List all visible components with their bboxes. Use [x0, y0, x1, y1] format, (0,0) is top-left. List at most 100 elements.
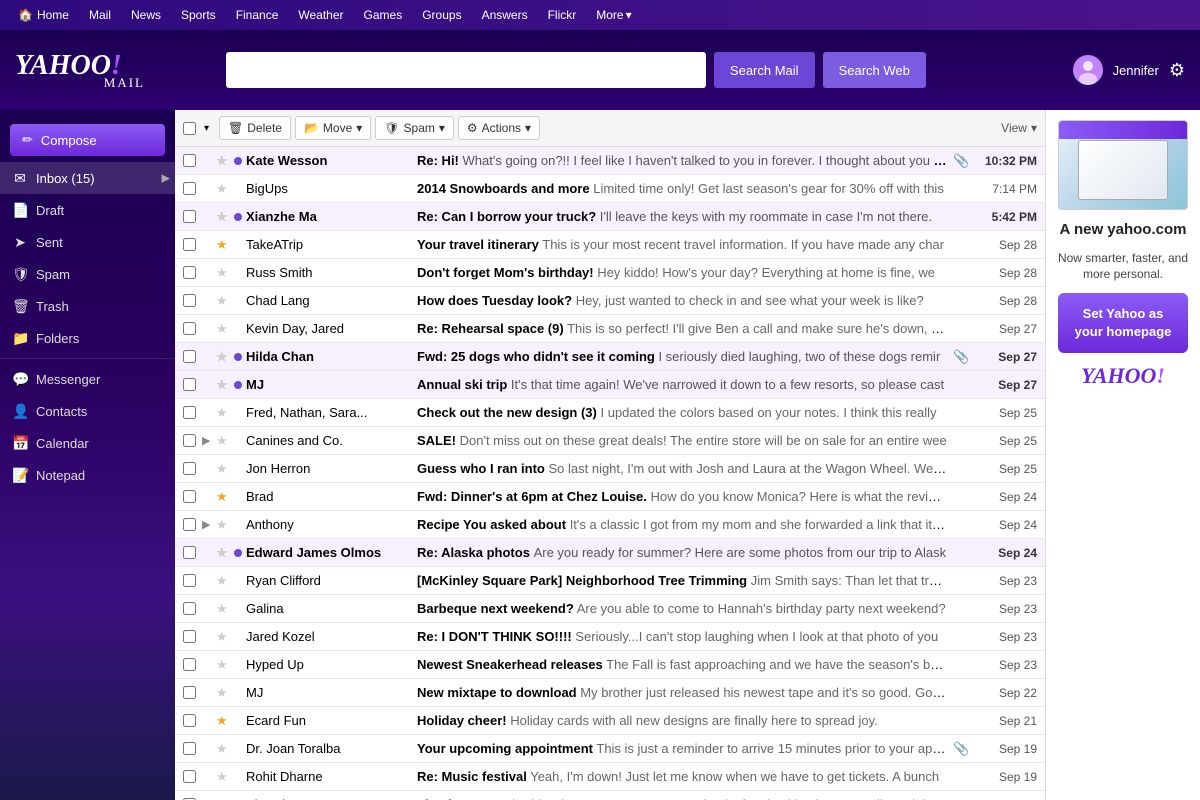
email-checkbox[interactable] — [183, 490, 196, 503]
email-row[interactable]: ★ Ryan Clifford [McKinley Square Park] N… — [175, 567, 1045, 595]
email-checkbox[interactable] — [183, 182, 196, 195]
email-checkbox[interactable] — [183, 686, 196, 699]
sidebar-item-contacts[interactable]: 👤 Contacts — [0, 395, 175, 427]
star-icon[interactable]: ★ — [216, 657, 230, 673]
email-checkbox[interactable] — [183, 770, 196, 783]
email-checkbox[interactable] — [183, 266, 196, 279]
email-row[interactable]: ★ Dr. Joan Toralba Your upcoming appoint… — [175, 735, 1045, 763]
nav-answers[interactable]: Answers — [474, 0, 536, 30]
email-checkbox[interactable] — [183, 518, 196, 531]
select-all-checkbox[interactable] — [183, 122, 196, 135]
star-icon[interactable]: ★ — [216, 601, 230, 617]
dropdown-arrow-icon[interactable]: ▾ — [204, 123, 209, 134]
email-row[interactable]: ★ BigUps 2014 Snowboards and more Limite… — [175, 175, 1045, 203]
sidebar-item-inbox[interactable]: ✉ Inbox (15) ▶ — [0, 162, 175, 194]
star-icon[interactable]: ★ — [216, 265, 230, 281]
nav-games[interactable]: Games — [356, 0, 411, 30]
email-row[interactable]: ★ Rohit Dharne Re: Music festival Yeah, … — [175, 763, 1045, 791]
set-homepage-button[interactable]: Set Yahoo as your homepage — [1058, 293, 1188, 353]
email-checkbox[interactable] — [183, 210, 196, 223]
email-row[interactable]: ★ Kevin Day, Jared Re: Rehearsal space (… — [175, 315, 1045, 343]
email-row[interactable]: ★ Jon Herron Guess who I ran into So las… — [175, 455, 1045, 483]
email-row[interactable]: ★ Jared Kozel Re: I DON'T THINK SO!!!! S… — [175, 623, 1045, 651]
star-icon[interactable]: ★ — [216, 209, 230, 225]
sidebar-item-messenger[interactable]: 💬 Messenger — [0, 363, 175, 395]
star-icon[interactable]: ★ — [216, 769, 230, 785]
email-checkbox[interactable] — [183, 462, 196, 475]
star-icon[interactable]: ★ — [216, 517, 230, 533]
star-icon[interactable]: ★ — [216, 293, 230, 309]
email-checkbox[interactable] — [183, 742, 196, 755]
star-icon[interactable]: ★ — [216, 741, 230, 757]
nav-finance[interactable]: Finance — [228, 0, 287, 30]
email-row[interactable]: ★ Edward James Olmos Re: Alaska photos A… — [175, 539, 1045, 567]
nav-more[interactable]: More ▾ — [588, 0, 639, 30]
spam-button[interactable]: 🛡 Spam ▾ — [375, 116, 454, 140]
email-checkbox[interactable] — [183, 714, 196, 727]
email-checkbox[interactable] — [183, 406, 196, 419]
email-checkbox[interactable] — [183, 350, 196, 363]
email-checkbox[interactable] — [183, 238, 196, 251]
nav-groups[interactable]: Groups — [414, 0, 469, 30]
email-checkbox[interactable] — [183, 322, 196, 335]
star-icon[interactable]: ★ — [216, 153, 230, 169]
email-checkbox[interactable] — [183, 574, 196, 587]
email-row[interactable]: ★ Hilda Chan Fwd: 25 dogs who didn't see… — [175, 343, 1045, 371]
email-row[interactable]: ★ Ecard Fun Holiday cheer! Holiday cards… — [175, 707, 1045, 735]
email-row[interactable]: ★ Fred, Nathan, Sara... Check out the ne… — [175, 399, 1045, 427]
sidebar-item-draft[interactable]: 📄 Draft — [0, 194, 175, 226]
star-icon[interactable]: ★ — [216, 321, 230, 337]
settings-button[interactable]: ⚙ — [1169, 60, 1185, 81]
compose-button[interactable]: ✏ Compose — [10, 124, 165, 156]
email-row[interactable]: ★ Russ Smith Don't forget Mom's birthday… — [175, 259, 1045, 287]
star-icon[interactable]: ★ — [216, 377, 230, 393]
star-icon[interactable]: ★ — [216, 181, 230, 197]
nav-home[interactable]: 🏠 Home — [10, 0, 77, 30]
email-row[interactable]: ★ Kate Wesson Re: Hi! What's going on?!!… — [175, 147, 1045, 175]
email-row[interactable]: ★ MJ New mixtape to download My brother … — [175, 679, 1045, 707]
expand-icon[interactable]: ▶ — [162, 172, 170, 185]
nav-mail[interactable]: Mail — [81, 0, 119, 30]
nav-news[interactable]: News — [123, 0, 169, 30]
email-checkbox[interactable] — [183, 658, 196, 671]
delete-button[interactable]: 🗑 Delete — [219, 116, 291, 140]
star-icon[interactable]: ★ — [216, 545, 230, 561]
star-icon[interactable]: ★ — [216, 237, 230, 253]
sidebar-item-spam[interactable]: 🛡 Spam — [0, 258, 175, 290]
star-icon[interactable]: ★ — [216, 349, 230, 365]
star-icon[interactable]: ★ — [216, 797, 230, 800]
nav-flickr[interactable]: Flickr — [540, 0, 585, 30]
star-icon[interactable]: ★ — [216, 489, 230, 505]
email-row[interactable]: ★ Galina Barbeque next weekend? Are you … — [175, 595, 1045, 623]
search-input[interactable] — [226, 52, 706, 88]
email-checkbox[interactable] — [183, 294, 196, 307]
star-icon[interactable]: ★ — [216, 685, 230, 701]
email-checkbox[interactable] — [183, 154, 196, 167]
email-checkbox[interactable] — [183, 630, 196, 643]
star-icon[interactable]: ★ — [216, 629, 230, 645]
email-row[interactable]: ★ Brad Fwd: Dinner's at 6pm at Chez Loui… — [175, 483, 1045, 511]
sidebar-item-notepad[interactable]: 📝 Notepad — [0, 459, 175, 491]
sidebar-item-folders[interactable]: 📁 Folders — [0, 322, 175, 354]
email-checkbox[interactable] — [183, 434, 196, 447]
email-row[interactable]: ★ TakeATrip Your travel itinerary This i… — [175, 231, 1045, 259]
star-icon[interactable]: ★ — [216, 461, 230, 477]
email-row[interactable]: ★ Bian Jiang Thank you Hey buddy, I just… — [175, 791, 1045, 800]
sidebar-item-sent[interactable]: ➤ Sent — [0, 226, 175, 258]
email-row[interactable]: ★ Xianzhe Ma Re: Can I borrow your truck… — [175, 203, 1045, 231]
email-row[interactable]: ★ MJ Annual ski trip It's that time agai… — [175, 371, 1045, 399]
search-web-button[interactable]: Search Web — [823, 52, 926, 88]
star-icon[interactable]: ★ — [216, 713, 230, 729]
star-icon[interactable]: ★ — [216, 433, 230, 449]
star-icon[interactable]: ★ — [216, 405, 230, 421]
actions-button[interactable]: ⚙ Actions ▾ — [458, 116, 540, 140]
sidebar-item-calendar[interactable]: 📅 Calendar — [0, 427, 175, 459]
sidebar-item-trash[interactable]: 🗑 Trash — [0, 290, 175, 322]
move-button[interactable]: 📂 Move ▾ — [295, 116, 371, 140]
nav-weather[interactable]: Weather — [290, 0, 351, 30]
email-checkbox[interactable] — [183, 378, 196, 391]
email-row[interactable]: ★ Hyped Up Newest Sneakerhead releases T… — [175, 651, 1045, 679]
email-row[interactable]: ▶ ★ Canines and Co. SALE! Don't miss out… — [175, 427, 1045, 455]
email-row[interactable]: ▶ ★ Anthony Recipe You asked about It's … — [175, 511, 1045, 539]
email-checkbox[interactable] — [183, 602, 196, 615]
